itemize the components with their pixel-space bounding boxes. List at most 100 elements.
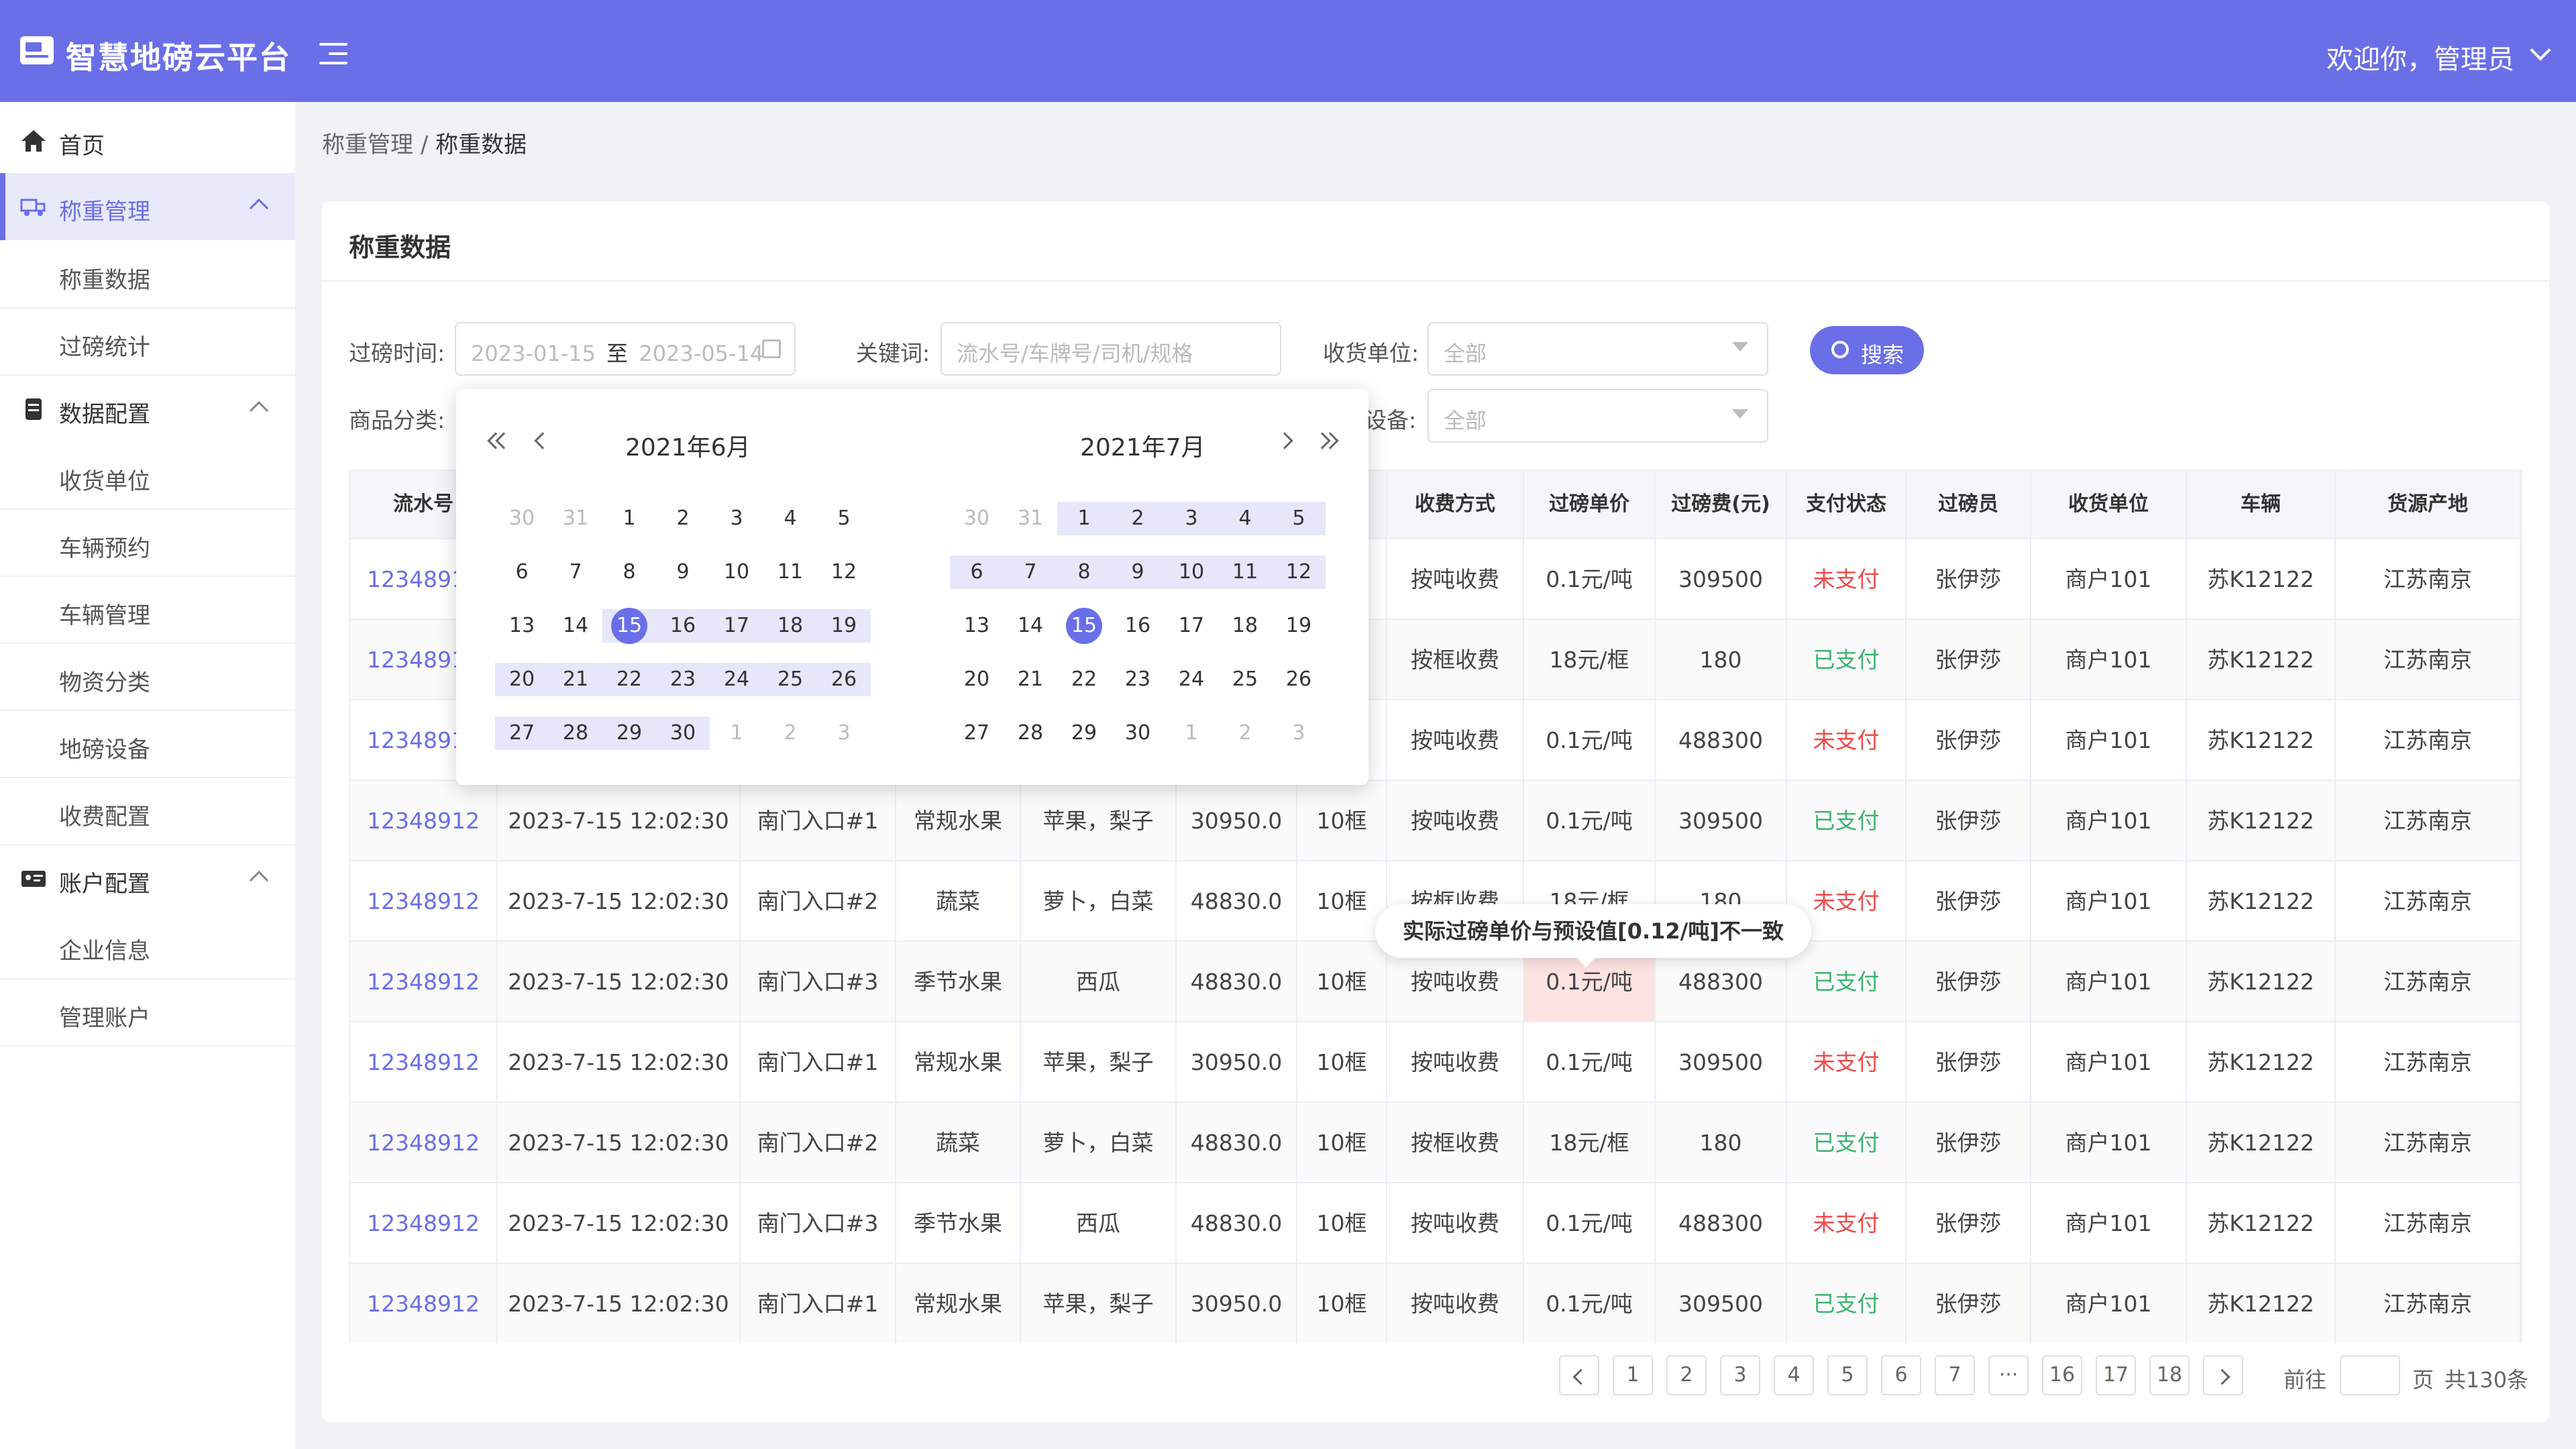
search-button[interactable]: 搜索: [1810, 326, 1924, 374]
calendar-day[interactable]: 3: [1165, 502, 1218, 535]
calendar-day[interactable]: 14: [1004, 609, 1057, 643]
calendar-day[interactable]: 8: [602, 555, 656, 589]
calendar-day[interactable]: 3: [710, 502, 763, 535]
calendar-day[interactable]: 2: [1111, 502, 1165, 535]
sidebar-item-vehicle-booking[interactable]: 车辆预约: [0, 510, 295, 577]
date-range-input[interactable]: 2023-01-15 至 2023-05-14: [455, 322, 796, 376]
page-button[interactable]: 18: [2149, 1355, 2190, 1395]
sidebar-item-material-category[interactable]: 物资分类: [0, 644, 295, 711]
calendar-day[interactable]: 10: [710, 555, 763, 589]
calendar-day[interactable]: 6: [950, 555, 1004, 589]
prev-month-icon[interactable]: [530, 428, 554, 455]
sidebar-group-account[interactable]: 账户配置: [0, 845, 295, 912]
page-button[interactable]: ···: [1988, 1355, 2029, 1395]
page-button[interactable]: 5: [1827, 1355, 1868, 1395]
calendar-day[interactable]: 11: [1218, 555, 1272, 589]
calendar-day[interactable]: 23: [1111, 663, 1165, 696]
calendar-day[interactable]: 1: [1165, 716, 1218, 750]
calendar-day[interactable]: 13: [495, 609, 549, 643]
page-button[interactable]: 7: [1935, 1355, 1975, 1395]
calendar-day[interactable]: 4: [763, 502, 817, 535]
calendar-day[interactable]: 24: [1165, 663, 1218, 696]
calendar-day[interactable]: 30: [656, 716, 710, 750]
calendar-day[interactable]: 27: [950, 716, 1004, 750]
serial-link[interactable]: 12348912: [350, 942, 498, 1022]
calendar-day[interactable]: 14: [549, 609, 602, 643]
calendar-day[interactable]: 2: [1218, 716, 1272, 750]
calendar-day[interactable]: 30: [495, 502, 549, 535]
calendar-day[interactable]: 4: [1218, 502, 1272, 535]
sidebar-item-weighing-data[interactable]: 称重数据: [0, 241, 295, 309]
chevron-right-icon[interactable]: [2203, 1355, 2243, 1395]
page-button[interactable]: 17: [2096, 1355, 2136, 1395]
calendar-day[interactable]: 30: [950, 502, 1004, 535]
page-button[interactable]: 1: [1613, 1355, 1653, 1395]
calendar-day[interactable]: 9: [656, 555, 710, 589]
calendar-day[interactable]: 27: [495, 716, 549, 750]
chevron-down-icon[interactable]: [2530, 40, 2551, 61]
calendar-day[interactable]: 18: [763, 609, 817, 643]
page-button[interactable]: 16: [2042, 1355, 2082, 1395]
sidebar-item-scale-devices[interactable]: 地磅设备: [0, 711, 295, 778]
calendar-day[interactable]: 10: [1165, 555, 1218, 589]
calendar-day[interactable]: 31: [549, 502, 602, 535]
calendar-day[interactable]: 12: [1272, 555, 1326, 589]
calendar-day[interactable]: 7: [1004, 555, 1057, 589]
calendar-day[interactable]: 3: [817, 716, 871, 750]
calendar-day[interactable]: 3: [1272, 716, 1326, 750]
calendar-day[interactable]: 13: [950, 609, 1004, 643]
calendar-day[interactable]: 12: [817, 555, 871, 589]
calendar-day[interactable]: 2: [656, 502, 710, 535]
sidebar-item-receivers[interactable]: 收货单位: [0, 443, 295, 510]
table-row[interactable]: 123489122023-7-15 12:02:30南门入口#1常规水果苹果，梨…: [350, 1263, 2521, 1344]
sidebar-item-admin-accounts[interactable]: 管理账户: [0, 979, 295, 1046]
keyword-input[interactable]: 流水号/车牌号/司机/规格: [941, 322, 1281, 376]
calendar-day[interactable]: 22: [602, 663, 656, 696]
calendar-day[interactable]: 18: [1218, 609, 1272, 643]
page-button[interactable]: 2: [1666, 1355, 1707, 1395]
calendar-day[interactable]: 5: [817, 502, 871, 535]
serial-link[interactable]: 12348912: [350, 781, 498, 861]
chevron-left-icon[interactable]: [1559, 1355, 1599, 1395]
calendar-day[interactable]: 17: [1165, 609, 1218, 643]
calendar-day[interactable]: 19: [1272, 609, 1326, 643]
calendar-day[interactable]: 9: [1111, 555, 1165, 589]
calendar-day[interactable]: 6: [495, 555, 549, 589]
serial-link[interactable]: 12348912: [350, 1103, 498, 1183]
menu-collapse-icon[interactable]: [319, 42, 347, 66]
page-button[interactable]: 6: [1881, 1355, 1921, 1395]
calendar-day[interactable]: 29: [602, 716, 656, 750]
page-button[interactable]: 3: [1720, 1355, 1760, 1395]
calendar-day[interactable]: 30: [1111, 716, 1165, 750]
calendar-day[interactable]: 15: [602, 608, 656, 644]
calendar-day[interactable]: 25: [1218, 663, 1272, 696]
next-month-icon[interactable]: [1275, 428, 1299, 455]
calendar-day[interactable]: 28: [549, 716, 602, 750]
calendar-day[interactable]: 21: [549, 663, 602, 696]
calendar-day[interactable]: 16: [656, 609, 710, 643]
calendar-day[interactable]: 11: [763, 555, 817, 589]
calendar-day[interactable]: 20: [495, 663, 549, 696]
goto-page-input[interactable]: [2340, 1355, 2400, 1395]
calendar-day[interactable]: 20: [950, 663, 1004, 696]
serial-link[interactable]: 12348912: [350, 1183, 498, 1264]
page-button[interactable]: 4: [1774, 1355, 1814, 1395]
calendar-day[interactable]: 16: [1111, 609, 1165, 643]
calendar-day[interactable]: 25: [763, 663, 817, 696]
sidebar-item-fee-config[interactable]: 收费配置: [0, 778, 295, 845]
table-row[interactable]: 123489122023-7-15 12:02:30南门入口#1常规水果苹果，梨…: [350, 780, 2521, 861]
sidebar-item-company-info[interactable]: 企业信息: [0, 912, 295, 979]
sidebar-item-home[interactable]: 首页: [0, 107, 295, 174]
calendar-day[interactable]: 26: [1272, 663, 1326, 696]
table-row[interactable]: 123489122023-7-15 12:02:30南门入口#2蔬菜萝卜，白菜4…: [350, 1102, 2521, 1183]
calendar-day[interactable]: 21: [1004, 663, 1057, 696]
calendar-day[interactable]: 2: [763, 716, 817, 750]
calendar-day[interactable]: 31: [1004, 502, 1057, 535]
welcome-text[interactable]: 欢迎你，管理员: [2326, 38, 2514, 76]
calendar-day[interactable]: 5: [1272, 502, 1326, 535]
calendar-day[interactable]: 8: [1057, 555, 1111, 589]
sidebar-item-vehicles[interactable]: 车辆管理: [0, 577, 295, 644]
sidebar-group-data-config[interactable]: 数据配置: [0, 376, 295, 443]
calendar-day[interactable]: 23: [656, 663, 710, 696]
sidebar-group-weighing[interactable]: 称重管理: [0, 173, 295, 240]
